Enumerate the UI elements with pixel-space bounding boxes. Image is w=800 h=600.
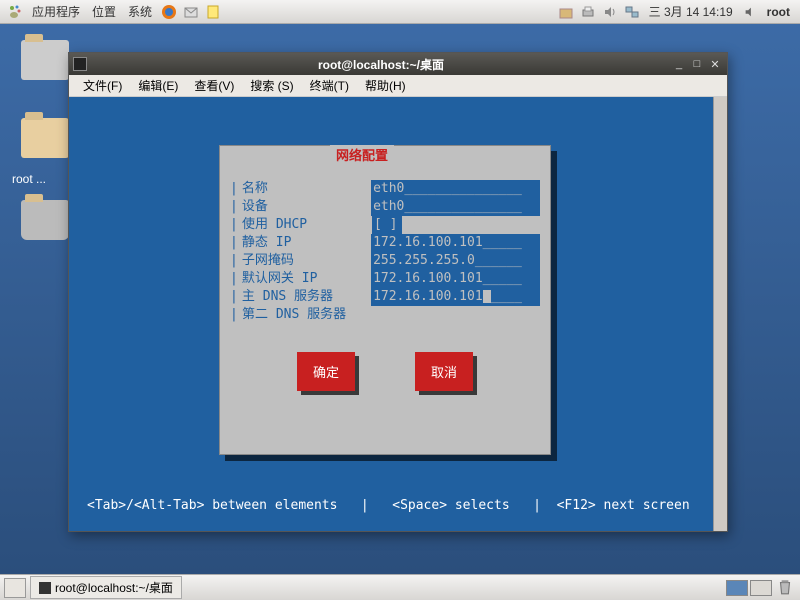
gnome-foot-icon xyxy=(6,3,24,21)
field-gateway[interactable]: 172.16.100.101_____ xyxy=(371,270,540,288)
scrollbar[interactable] xyxy=(713,97,727,531)
label-dns1: 主 DNS 服务器 xyxy=(242,288,371,306)
field-dhcp[interactable]: [ ] xyxy=(372,216,402,234)
terminal-body: 网络配置 |名称eth0_______________ |设备eth0_____… xyxy=(69,97,727,531)
text-cursor xyxy=(483,290,491,303)
label-device: 设备 xyxy=(242,198,371,216)
folder-icon xyxy=(21,118,69,158)
field-name[interactable]: eth0_______________ xyxy=(371,180,540,198)
label-static-ip: 静态 IP xyxy=(242,234,371,252)
firefox-icon[interactable] xyxy=(160,3,178,21)
menu-help[interactable]: 帮助(H) xyxy=(357,77,414,94)
hint-bar: <Tab>/<Alt-Tab> between elements | <Spac… xyxy=(87,498,705,513)
desktop-home-label: root ... xyxy=(12,172,46,186)
label-dns2: 第二 DNS 服务器 xyxy=(242,306,372,324)
field-netmask[interactable]: 255.255.255.0______ xyxy=(371,252,540,270)
menu-terminal[interactable]: 终端(T) xyxy=(302,77,357,94)
field-static-ip[interactable]: 172.16.100.101_____ xyxy=(371,234,540,252)
terminal-menubar: 文件(F) 编辑(E) 查看(V) 搜索 (S) 终端(T) 帮助(H) xyxy=(69,75,727,97)
field-device[interactable]: eth0_______________ xyxy=(371,198,540,216)
menu-places[interactable]: 位置 xyxy=(86,3,122,20)
close-button[interactable]: ✕ xyxy=(707,57,723,71)
speaker-icon[interactable] xyxy=(741,3,759,21)
label-gateway: 默认网关 IP xyxy=(242,270,371,288)
label-netmask: 子网掩码 xyxy=(242,252,371,270)
volume-icon[interactable] xyxy=(601,3,619,21)
workspace-1[interactable] xyxy=(726,580,748,596)
menu-search[interactable]: 搜索 (S) xyxy=(242,77,301,94)
menu-system[interactable]: 系统 xyxy=(122,3,158,20)
network-icon[interactable] xyxy=(623,3,641,21)
bottom-panel: root@localhost:~/桌面 xyxy=(0,574,800,600)
taskbar-item-terminal[interactable]: root@localhost:~/桌面 xyxy=(30,576,182,599)
top-panel: 应用程序 位置 系统 三 3月 14 14:19 root xyxy=(0,0,800,24)
cancel-button[interactable]: 取消 xyxy=(415,352,473,391)
field-dns1[interactable]: 172.16.100.101____ xyxy=(371,288,540,306)
terminal-window: root@localhost:~/桌面 _ □ ✕ 文件(F) 编辑(E) 查看… xyxy=(68,52,728,532)
dialog-title: 网络配置 xyxy=(330,145,394,164)
notes-icon[interactable] xyxy=(204,3,222,21)
menu-edit[interactable]: 编辑(E) xyxy=(130,77,186,94)
workspace-2[interactable] xyxy=(750,580,772,596)
workspace-pager[interactable] xyxy=(726,580,772,596)
menu-view[interactable]: 查看(V) xyxy=(186,77,242,94)
printer-icon[interactable] xyxy=(579,3,597,21)
clock[interactable]: 三 3月 14 14:19 xyxy=(643,3,739,20)
label-name: 名称 xyxy=(242,180,371,198)
trash-icon xyxy=(21,200,69,240)
minimize-button[interactable]: _ xyxy=(671,57,687,71)
package-icon[interactable] xyxy=(557,3,575,21)
trash-applet[interactable] xyxy=(776,578,796,598)
label-dhcp: 使用 DHCP xyxy=(242,216,372,234)
menu-applications[interactable]: 应用程序 xyxy=(26,3,86,20)
terminal-icon xyxy=(39,582,51,594)
computer-icon xyxy=(21,40,69,80)
taskbar-item-label: root@localhost:~/桌面 xyxy=(55,579,173,596)
window-titlebar[interactable]: root@localhost:~/桌面 _ □ ✕ xyxy=(69,53,727,75)
show-desktop-button[interactable] xyxy=(4,578,26,598)
ok-button[interactable]: 确定 xyxy=(297,352,355,391)
terminal-icon xyxy=(73,57,87,71)
menu-file[interactable]: 文件(F) xyxy=(75,77,130,94)
network-config-dialog: 网络配置 |名称eth0_______________ |设备eth0_____… xyxy=(219,145,551,455)
maximize-button[interactable]: □ xyxy=(689,57,705,71)
user-menu[interactable]: root xyxy=(761,5,796,19)
mail-icon[interactable] xyxy=(182,3,200,21)
window-title: root@localhost:~/桌面 xyxy=(93,56,669,73)
